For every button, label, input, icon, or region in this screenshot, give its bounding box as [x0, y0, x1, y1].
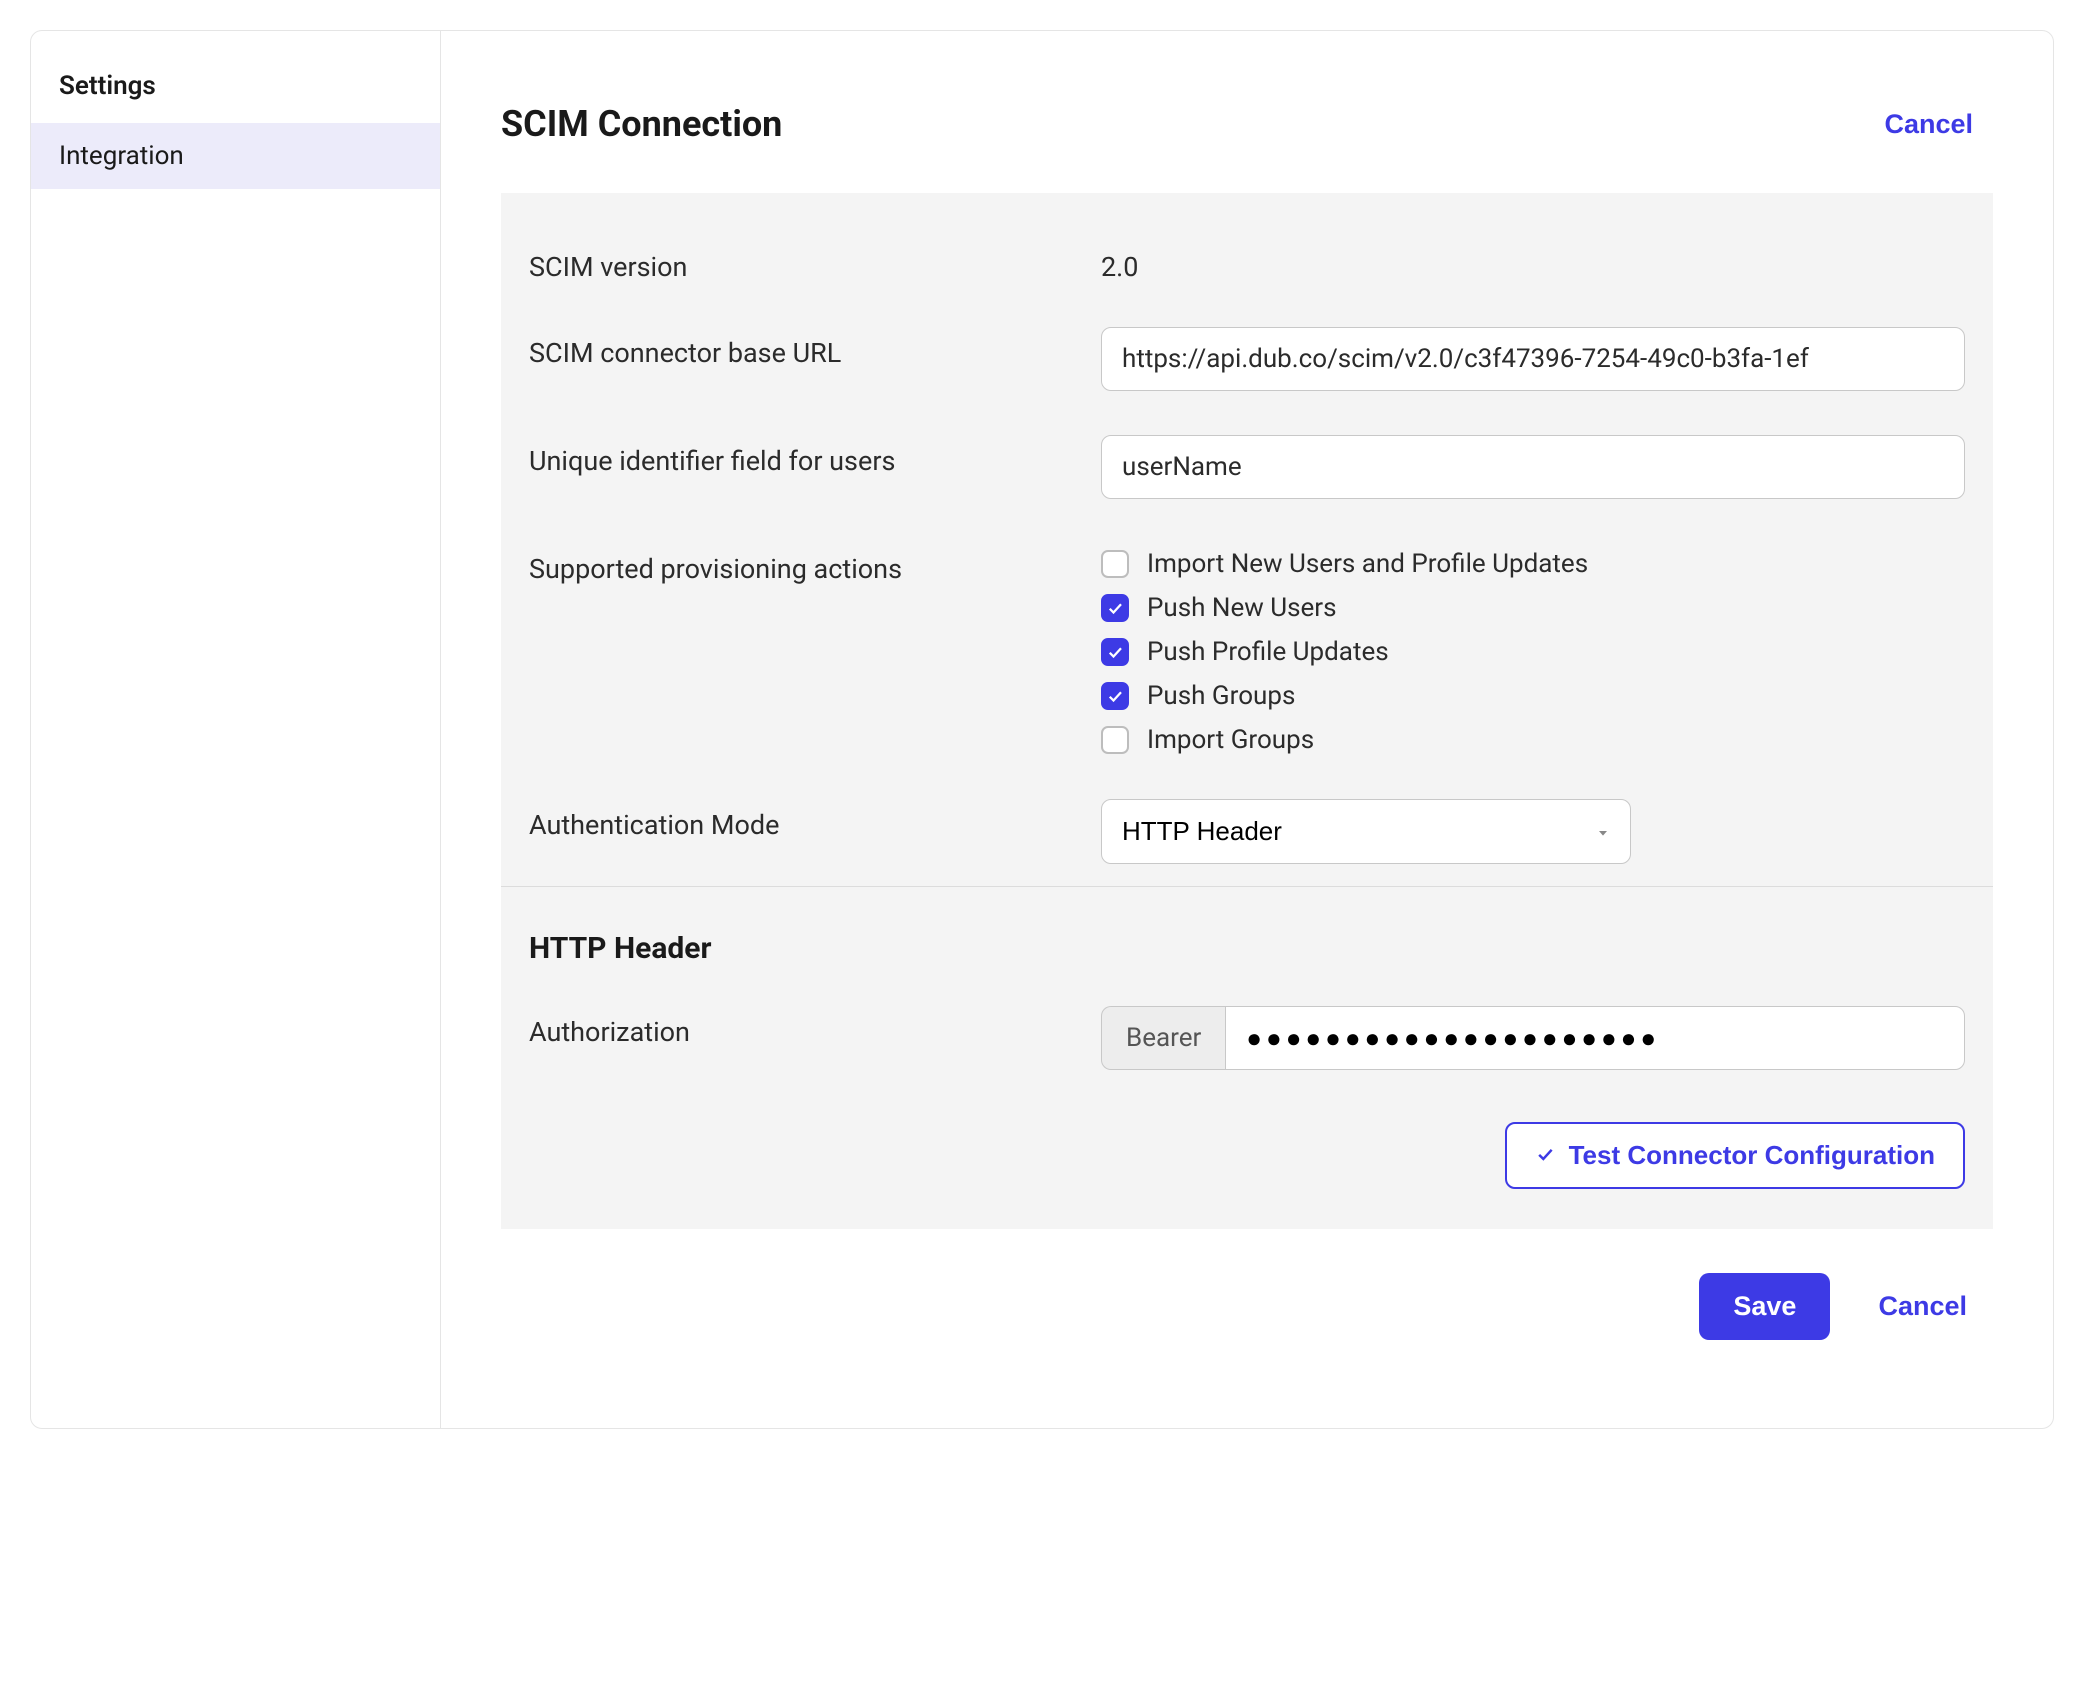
- checkbox-push-new-users[interactable]: Push New Users: [1101, 593, 1965, 623]
- checkbox-import-groups[interactable]: Import Groups: [1101, 725, 1965, 755]
- http-header-section: HTTP Header Authorization Bearer: [501, 887, 1993, 1189]
- auth-prefix: Bearer: [1101, 1006, 1225, 1070]
- cancel-button[interactable]: Cancel: [1878, 1291, 1967, 1322]
- checkbox-label: Push New Users: [1147, 593, 1337, 623]
- checkbox-icon: [1101, 594, 1129, 622]
- auth-input-group: Bearer: [1101, 1006, 1965, 1070]
- provisioning-checkbox-list: Import New Users and Profile Updates Pus…: [1101, 543, 1965, 755]
- row-provisioning: Supported provisioning actions Import Ne…: [501, 521, 1993, 777]
- checkbox-label: Push Groups: [1147, 681, 1295, 711]
- test-connector-label: Test Connector Configuration: [1569, 1140, 1935, 1171]
- page-title: SCIM Connection: [501, 103, 782, 145]
- input-unique-id[interactable]: [1101, 435, 1965, 499]
- input-base-url[interactable]: [1101, 327, 1965, 391]
- sidebar-item-integration[interactable]: Integration: [31, 123, 440, 189]
- sidebar-heading: Settings: [31, 55, 440, 123]
- checkbox-push-groups[interactable]: Push Groups: [1101, 681, 1965, 711]
- checkbox-label: Push Profile Updates: [1147, 637, 1389, 667]
- scim-form: SCIM version 2.0 SCIM connector base URL…: [501, 193, 1993, 1229]
- settings-panel: Settings Integration SCIM Connection Can…: [30, 30, 2054, 1429]
- value-scim-version: 2.0: [1101, 241, 1993, 283]
- input-authorization-token[interactable]: [1225, 1006, 1965, 1070]
- label-authorization: Authorization: [501, 1006, 1101, 1048]
- row-scim-version: SCIM version 2.0: [501, 219, 1993, 305]
- label-unique-id: Unique identifier field for users: [501, 435, 1101, 477]
- sidebar: Settings Integration: [31, 31, 441, 1428]
- checkbox-icon: [1101, 550, 1129, 578]
- checkbox-icon: [1101, 638, 1129, 666]
- page-header: SCIM Connection Cancel: [501, 103, 1993, 145]
- row-authorization: Authorization Bearer: [501, 984, 1993, 1092]
- label-auth-mode: Authentication Mode: [501, 799, 1101, 841]
- select-auth-mode[interactable]: HTTP Header: [1101, 799, 1631, 864]
- http-header-heading: HTTP Header: [501, 913, 1993, 984]
- check-icon: [1535, 1140, 1555, 1171]
- row-unique-id: Unique identifier field for users: [501, 413, 1993, 521]
- checkbox-label: Import New Users and Profile Updates: [1147, 549, 1588, 579]
- checkbox-icon: [1101, 726, 1129, 754]
- label-scim-version: SCIM version: [501, 241, 1101, 283]
- row-base-url: SCIM connector base URL: [501, 305, 1993, 413]
- footer-actions: Save Cancel: [501, 1229, 1993, 1368]
- main-content: SCIM Connection Cancel SCIM version 2.0 …: [441, 31, 2053, 1428]
- save-button[interactable]: Save: [1699, 1273, 1830, 1340]
- label-base-url: SCIM connector base URL: [501, 327, 1101, 369]
- checkbox-import-new-users[interactable]: Import New Users and Profile Updates: [1101, 549, 1965, 579]
- row-auth-mode: Authentication Mode HTTP Header: [501, 777, 1993, 886]
- checkbox-push-profile-updates[interactable]: Push Profile Updates: [1101, 637, 1965, 667]
- label-provisioning: Supported provisioning actions: [501, 543, 1101, 585]
- checkbox-label: Import Groups: [1147, 725, 1314, 755]
- cancel-link-top[interactable]: Cancel: [1884, 109, 1973, 140]
- test-connector-button[interactable]: Test Connector Configuration: [1505, 1122, 1965, 1189]
- checkbox-icon: [1101, 682, 1129, 710]
